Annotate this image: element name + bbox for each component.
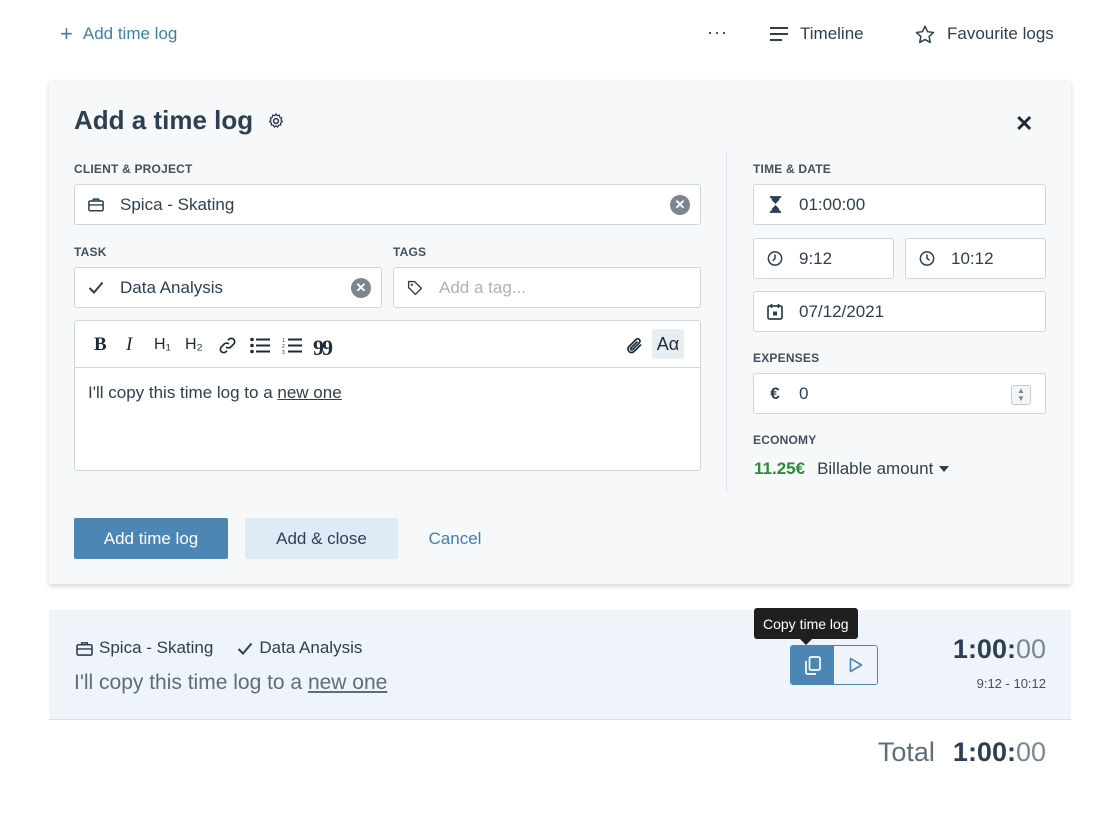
copy-icon [804,655,821,675]
plus-icon: + [60,21,73,46]
entry-duration: 1:00:00 [953,634,1046,665]
entry-project[interactable]: Spica - Skating [99,638,213,658]
more-menu-button[interactable]: ··· [707,22,728,43]
total-value: 1:00:00 [953,737,1046,768]
gear-icon[interactable] [267,112,285,130]
start-timer-button[interactable] [834,646,877,684]
entry-description: I'll copy this time log to a new one [74,671,387,695]
tag-icon [407,279,423,297]
time-date-label: TIME & DATE [753,162,831,176]
caret-down-icon [939,466,950,472]
card-title: Add a time log [74,105,285,136]
numbered-list-icon[interactable]: 123 [282,337,302,360]
card-title-text: Add a time log [74,105,254,135]
total-sec: 00 [1015,737,1046,767]
entry-task[interactable]: Data Analysis [259,638,362,658]
top-bar: + Add time log ··· Timeline Favourite lo… [0,0,1120,70]
cancel-button[interactable]: Cancel [415,518,495,559]
economy-label: ECONOMY [753,433,817,447]
editor-toolbar: B I H₁ H₂ 123 99 Aα [75,321,700,368]
play-icon [849,657,862,673]
entry-desc-prefix: I'll copy this time log to a [74,671,308,694]
task-field[interactable]: Data Analysis ✕ [74,267,382,308]
end-time-value: 10:12 [951,248,994,268]
economy-amount: 11.25€ [754,459,806,478]
vertical-divider [726,153,727,493]
clear-project-icon[interactable]: ✕ [670,194,690,215]
economy-row: 11.25€ Billable amount [754,459,950,479]
editor-text-prefix: I'll copy this time log to a [88,383,278,402]
close-button[interactable]: ✕ [1015,111,1033,137]
duration-field[interactable]: 01:00:00 [753,184,1046,225]
task-label: TASK [74,245,107,259]
total-main: 1:00: [952,737,1016,767]
number-stepper[interactable]: ▲ ▼ [1011,385,1031,405]
add-and-close-button[interactable]: Add & close [245,518,398,559]
clock-icon [767,250,783,267]
billable-amount-label: Billable amount [817,459,934,478]
tags-field[interactable]: Add a tag... [393,267,701,308]
date-field[interactable]: 07/12/2021 [753,291,1046,332]
expenses-value: 0 [799,383,809,403]
briefcase-icon [88,197,104,212]
end-time-field[interactable]: 10:12 [905,238,1046,279]
editor-content[interactable]: I'll copy this time log to a new one [88,383,342,403]
briefcase-icon [76,641,93,656]
timeline-button[interactable]: Timeline [770,24,864,44]
quote-icon[interactable]: 99 [313,335,333,361]
add-time-log-label: Add time log [82,24,178,43]
check-icon [238,642,253,655]
copy-time-log-button[interactable] [791,646,834,684]
description-editor[interactable]: B I H₁ H₂ 123 99 Aα I'll copy this time … [74,320,701,471]
duration-value: 01:00:00 [799,194,866,214]
expenses-label: EXPENSES [753,351,820,365]
total-row: Total 1:00:00 [878,737,1046,768]
bullet-list-icon[interactable] [250,337,270,360]
entry-duration-main: 1:00: [952,634,1016,664]
client-project-field[interactable]: Spica - Skating ✕ [74,184,701,225]
heading1-button[interactable]: H₁ [154,336,171,354]
star-icon [915,24,935,43]
calendar-icon [767,303,783,320]
favourite-logs-label: Favourite logs [947,24,1054,43]
tags-placeholder: Add a tag... [439,277,526,297]
svg-text:3: 3 [282,350,285,354]
add-time-log-link[interactable]: + Add time log [60,21,178,46]
date-value: 07/12/2021 [799,301,885,321]
add-time-log-button[interactable]: Add time log [74,518,228,559]
favourite-logs-button[interactable]: Favourite logs [915,24,1054,44]
text-style-button[interactable]: Aα [652,329,684,359]
timeline-label: Timeline [800,24,864,43]
entry-time-range: 9:12 - 10:12 [976,676,1046,691]
list-icon [770,27,788,41]
entry-duration-sec: 00 [1015,634,1046,664]
clear-task-icon[interactable]: ✕ [351,277,371,298]
time-log-entry[interactable]: Spica - Skating Data Analysis I'll copy … [49,608,1071,720]
copy-tooltip: Copy time log [754,608,858,645]
start-time-field[interactable]: 9:12 [753,238,894,279]
editor-text-link[interactable]: new one [277,383,341,402]
client-project-value: Spica - Skating [120,194,235,214]
currency-symbol: € [770,383,780,403]
add-time-log-card: Add a time log ✕ CLIENT & PROJECT Spica … [49,81,1071,584]
billable-amount-dropdown[interactable]: Billable amount [817,459,950,479]
tags-label: TAGS [393,245,427,259]
entry-desc-link[interactable]: new one [308,671,387,694]
link-icon[interactable] [218,336,237,361]
task-value: Data Analysis [120,277,223,297]
check-icon [88,281,104,294]
entry-actions [790,645,878,685]
total-label: Total [877,737,935,767]
expenses-field[interactable]: € 0 ▲ ▼ [753,373,1046,414]
heading2-button[interactable]: H₂ [185,336,203,354]
italic-button[interactable]: I [126,334,132,356]
bold-button[interactable]: B [94,334,107,356]
entry-meta: Spica - Skating Data Analysis [76,638,362,658]
paperclip-icon[interactable] [626,336,644,362]
clock-icon [919,250,935,267]
hourglass-icon [767,196,783,213]
start-time-value: 9:12 [799,248,833,268]
client-project-label: CLIENT & PROJECT [74,162,193,176]
